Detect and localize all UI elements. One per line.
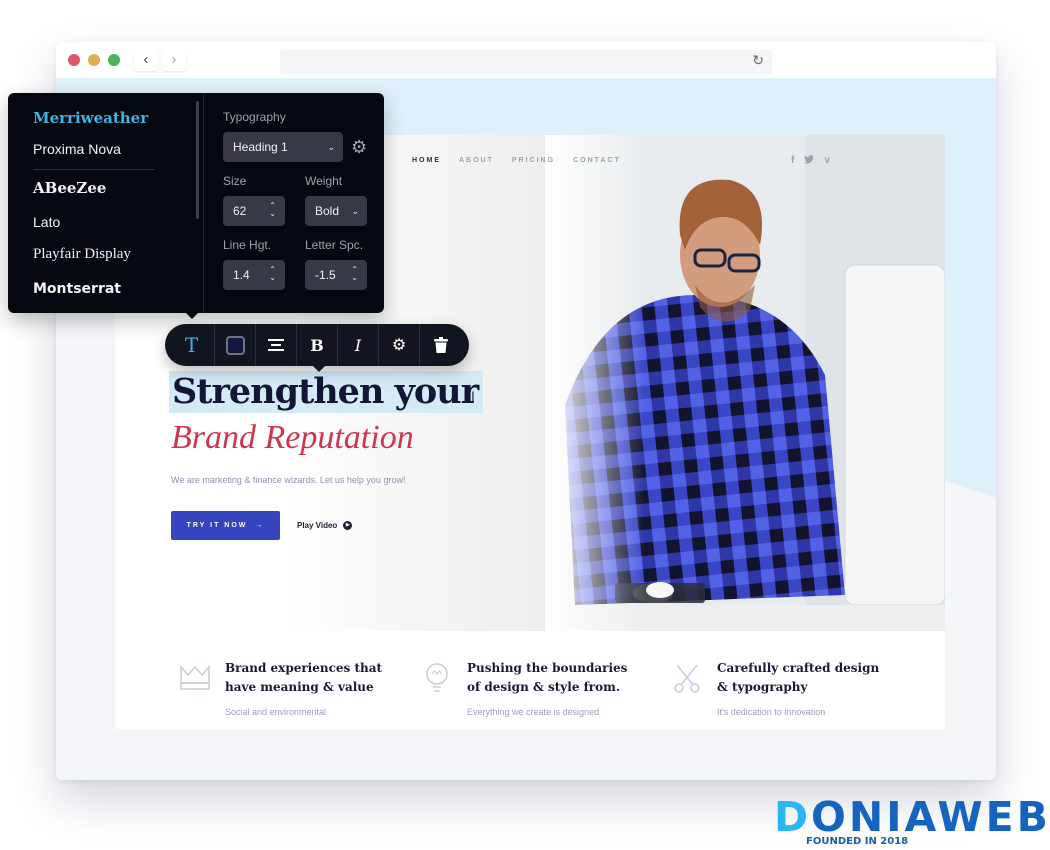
forward-button[interactable]: › <box>162 49 186 71</box>
letter-spacing-value: -1.5 <box>315 268 336 282</box>
font-option-merriweather[interactable]: Merriweather <box>33 109 148 127</box>
letter-spacing-stepper[interactable]: -1.5 ⌃ ⌄ <box>305 260 367 290</box>
twitter-icon[interactable] <box>804 155 815 167</box>
site-nav: HOME ABOUT PRICING CONTACT <box>412 157 621 164</box>
maximize-window-button[interactable] <box>108 54 120 66</box>
feature-title: Brand experiences that have meaning & va… <box>225 661 383 694</box>
hero-subheading[interactable]: Brand Reputation <box>171 419 414 457</box>
typography-properties: Typography Heading 1 ⌄ ⚙ Size 62 ⌃ ⌄ Weig… <box>223 93 383 313</box>
align-button[interactable] <box>256 324 297 366</box>
font-panel: Merriweather Proxima Nova ABeeZee Lato P… <box>8 93 384 319</box>
weight-value: Bold <box>315 204 340 218</box>
play-video-link[interactable]: Play Video ▶ <box>297 521 353 530</box>
spinner-icon: ⌃ ⌄ <box>269 201 276 218</box>
font-option-playfair-display[interactable]: Playfair Display <box>33 246 131 263</box>
chevron-down-icon: ⌄ <box>327 141 335 152</box>
size-label: Size <box>223 174 247 188</box>
bold-button[interactable]: B <box>297 324 338 366</box>
align-center-icon <box>268 339 284 351</box>
text-color-button[interactable] <box>215 324 256 366</box>
font-list-divider <box>33 169 155 170</box>
letter-spacing-label: Letter Spc. <box>305 238 364 252</box>
lightbulb-icon <box>426 663 448 692</box>
crown-icon <box>180 665 210 690</box>
hero-photo <box>545 135 945 631</box>
settings-button[interactable]: ⚙ <box>379 324 420 366</box>
feature-title: Pushing the boundaries of design & style… <box>467 661 628 694</box>
try-it-now-button[interactable]: TRY IT NOW → <box>171 511 280 540</box>
browser-chrome: ‹ › ↻ <box>56 42 996 78</box>
hero-heading[interactable]: Strengthen your <box>169 371 484 413</box>
chevron-down-icon: ⌄ <box>351 205 359 216</box>
size-value: 62 <box>233 204 247 218</box>
feature-subtitle: It's dedication to innovation <box>717 707 826 717</box>
line-height-value: 1.4 <box>233 268 250 282</box>
typography-value: Heading 1 <box>233 140 288 154</box>
weight-label: Weight <box>305 174 343 188</box>
reload-icon[interactable]: ↻ <box>752 52 764 69</box>
gear-icon: ⚙ <box>391 337 407 354</box>
minimize-window-button[interactable] <box>88 54 100 66</box>
text-style-button[interactable]: T <box>165 324 215 366</box>
text-cursor-icon: I <box>471 388 475 404</box>
back-button[interactable]: ‹ <box>134 49 158 71</box>
nav-pricing[interactable]: PRICING <box>512 157 555 164</box>
color-swatch <box>225 335 245 355</box>
nav-home[interactable]: HOME <box>412 157 441 164</box>
spinner-icon: ⌃ ⌄ <box>351 265 358 282</box>
doniaweb-logo: DONIAWEB FOUNDED IN 2018 <box>774 793 1050 847</box>
facebook-icon[interactable]: f <box>791 155 794 167</box>
size-stepper[interactable]: 62 ⌃ ⌄ <box>223 196 285 226</box>
feature-subtitle: Social and environmental <box>225 707 327 717</box>
play-icon: ▶ <box>343 521 353 530</box>
spinner-icon: ⌃ ⌄ <box>269 265 276 282</box>
gear-icon[interactable]: ⚙ <box>351 137 367 158</box>
text-format-toolbar: T B I ⚙ <box>165 324 469 372</box>
font-option-proxima-nova[interactable]: Proxima Nova <box>33 141 121 157</box>
vimeo-icon[interactable]: v <box>824 155 830 167</box>
font-option-lato[interactable]: Lato <box>33 214 60 230</box>
logo-text: DONIAWEB <box>774 793 1050 841</box>
play-video-label: Play Video <box>297 521 338 530</box>
font-option-abeezee[interactable]: ABeeZee <box>33 179 106 197</box>
nav-about[interactable]: ABOUT <box>459 157 494 164</box>
stage: ‹ › ↻ HOME ABOUT PRICING CONTACT f v Str… <box>0 0 1050 850</box>
cta-label: TRY IT NOW <box>186 522 248 529</box>
typography-label: Typography <box>223 110 286 124</box>
nav-contact[interactable]: CONTACT <box>573 157 621 164</box>
font-option-montserrat[interactable]: Montserrat <box>33 281 121 297</box>
font-list: Merriweather Proxima Nova ABeeZee Lato P… <box>8 93 204 313</box>
typography-select[interactable]: Heading 1 ⌄ <box>223 132 343 162</box>
italic-button[interactable]: I <box>338 324 379 366</box>
line-height-label: Line Hgt. <box>223 238 272 252</box>
weight-select[interactable]: Bold ⌄ <box>305 196 367 226</box>
close-window-button[interactable] <box>68 54 80 66</box>
feature-title: Carefully crafted design & typography <box>717 661 880 694</box>
line-height-stepper[interactable]: 1.4 ⌃ ⌄ <box>223 260 285 290</box>
features-section: Brand experiences that have meaning & va… <box>115 631 945 729</box>
hero-lead-text: We are marketing & finance wizards. Let … <box>171 475 406 485</box>
font-list-scrollbar[interactable] <box>196 101 199 219</box>
delete-button[interactable] <box>420 324 466 366</box>
scissors-icon <box>674 664 700 693</box>
feature-subtitle: Everything we create is designed <box>467 707 600 717</box>
social-links: f v <box>791 155 830 167</box>
logo-tagline: FOUNDED IN 2018 <box>806 836 909 847</box>
arrow-right-icon: → <box>255 522 265 529</box>
trash-icon <box>434 337 448 353</box>
address-bar[interactable]: ↻ <box>280 50 772 74</box>
